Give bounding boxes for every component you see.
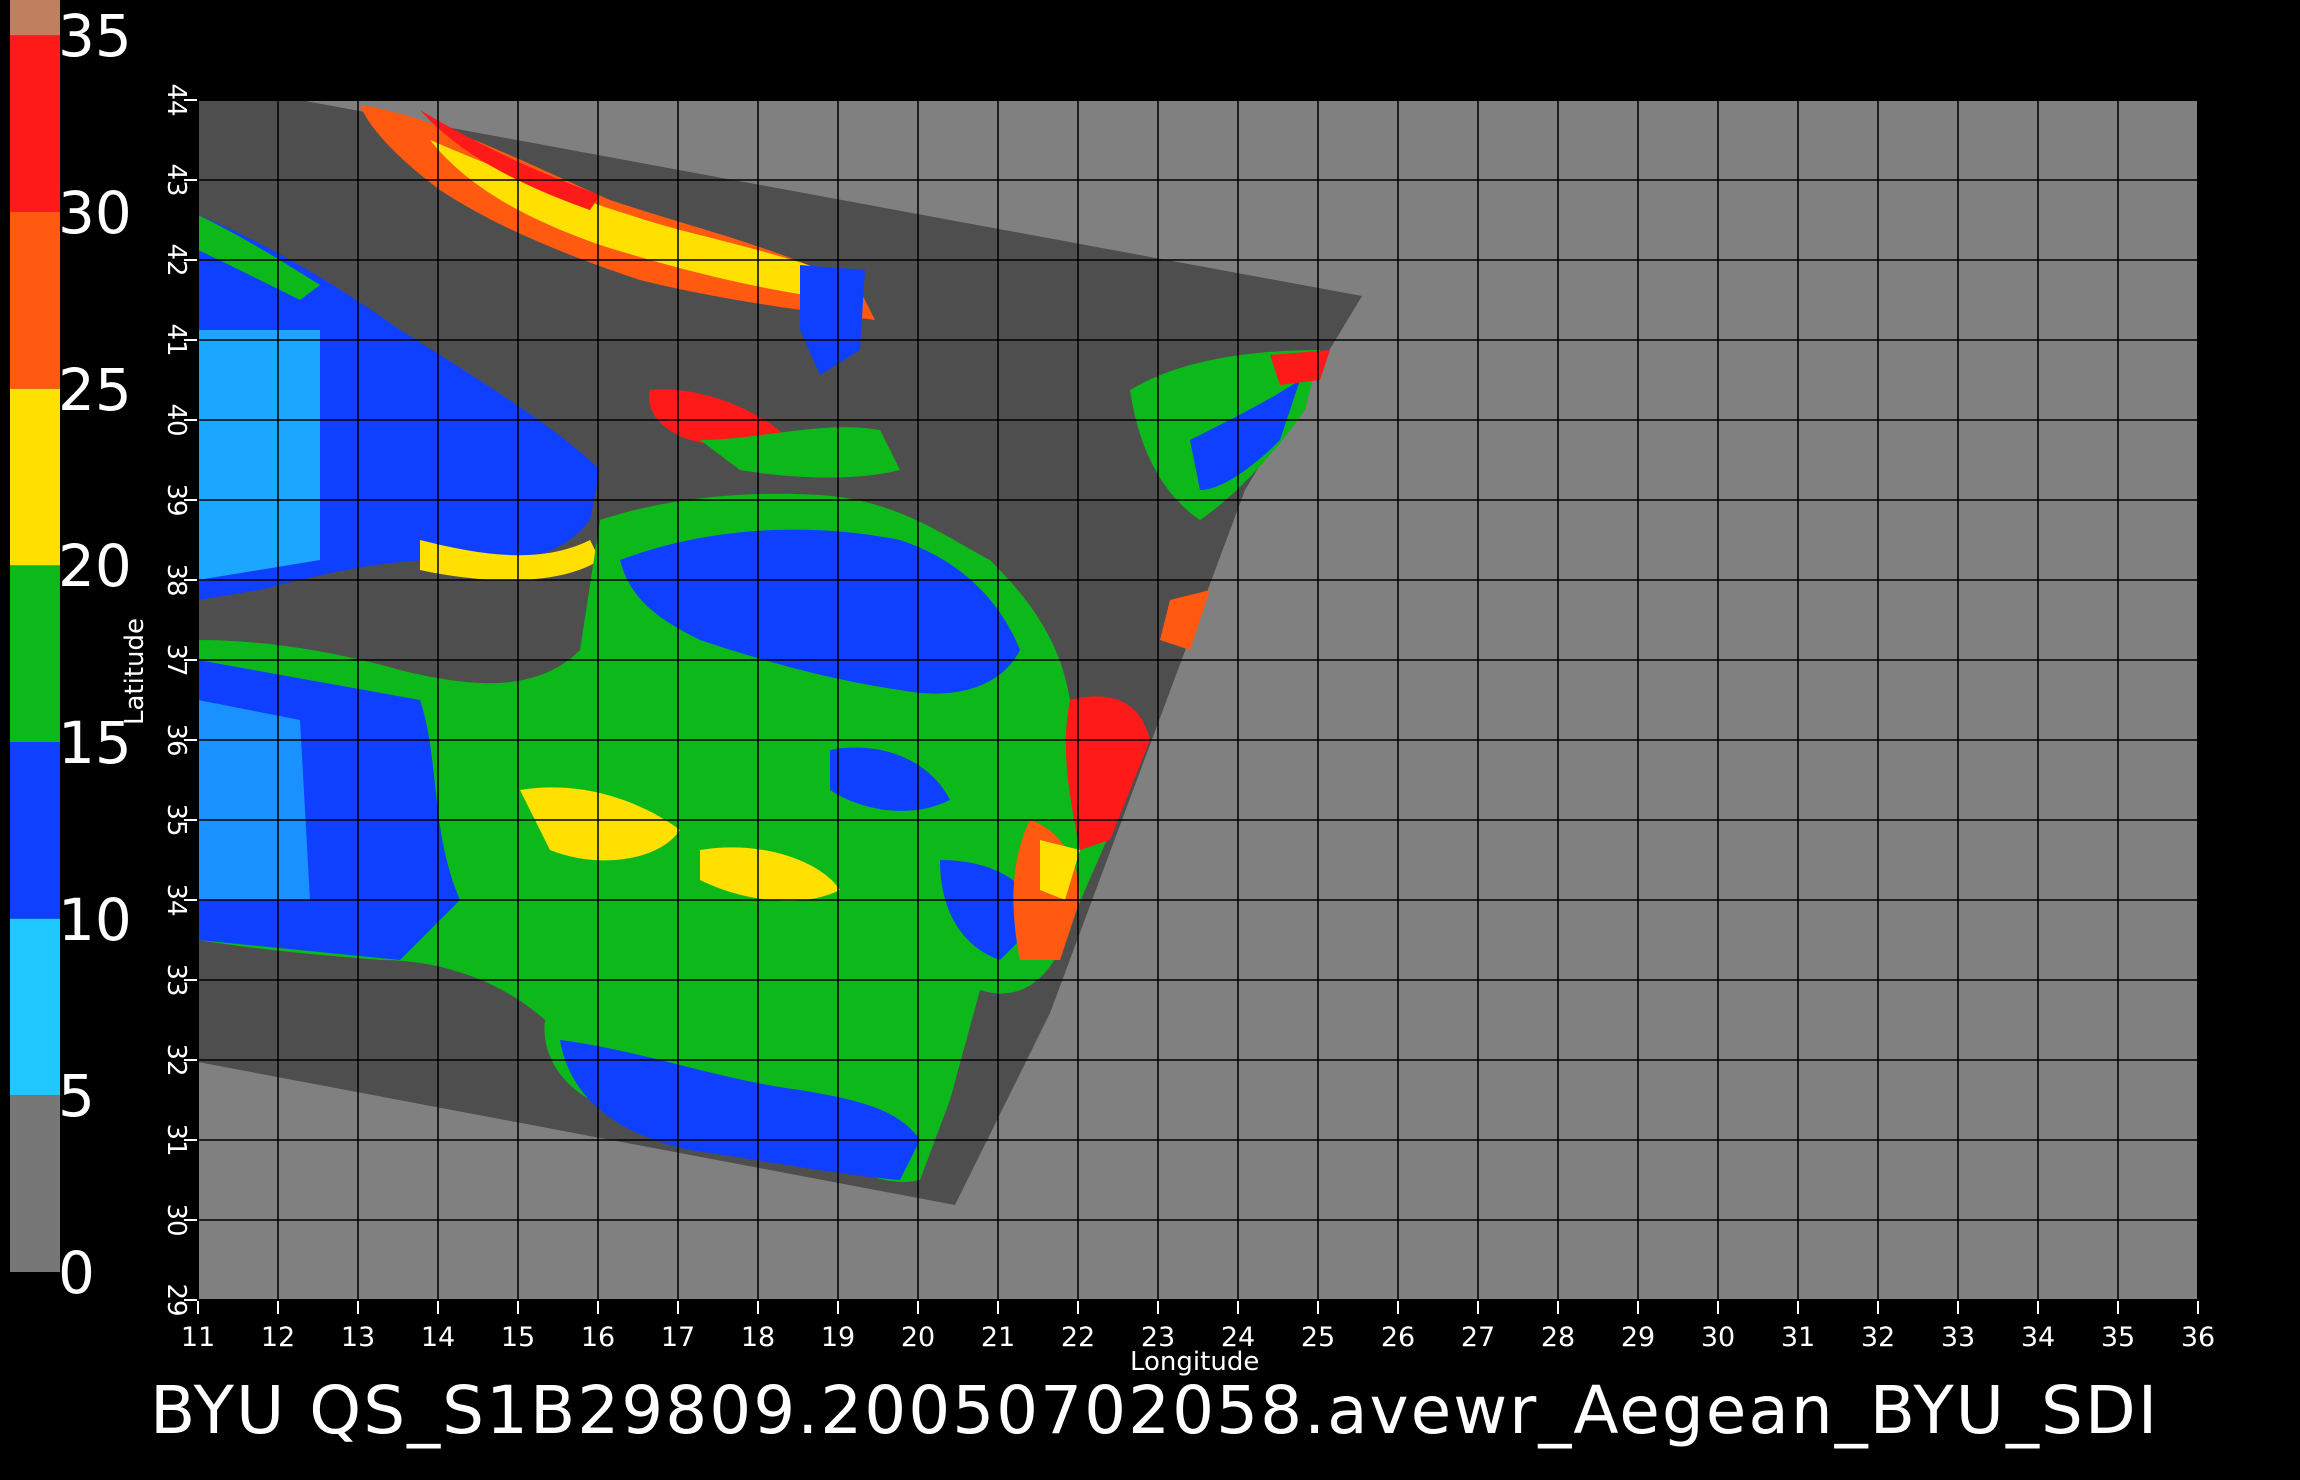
x-tick-label: 13 [341,1322,375,1353]
x-tick-label: 17 [661,1322,695,1353]
y-tick-label: 29 [161,1283,191,1316]
y-tick-label: 34 [161,883,191,916]
y-tick-label: 38 [161,563,191,596]
colorbar-tick-label: 5 [58,1062,95,1131]
x-tick-label: 31 [1781,1322,1815,1353]
x-tick-label: 19 [821,1322,855,1353]
x-tick-label: 12 [261,1322,295,1353]
colorbar-tick-label: 25 [58,355,132,424]
x-tick-label: 30 [1701,1322,1735,1353]
colorbar-tick-label: 20 [58,532,132,601]
y-tick-label: 35 [161,803,191,836]
y-tick-label: 44 [161,83,191,116]
y-tick-label: 42 [161,243,191,276]
colorbar-band [10,35,60,213]
colorbar-band [10,212,60,389]
x-tick-label: 35 [2101,1322,2135,1353]
wind-map-figure: 11 12 13 14 15 16 17 18 19 20 21 22 23 24 25 26 27 28 29 30… [10,0,2228,1353]
x-tick-label: 34 [2021,1322,2055,1353]
y-tick-label: 32 [161,1043,191,1076]
colorbar-tick-label: 35 [58,2,132,71]
y-tick-label: 40 [161,403,191,436]
y-tick-label: 37 [161,643,191,676]
x-tick-label: 29 [1621,1322,1655,1353]
x-tick-label: 20 [901,1322,935,1353]
y-axis-label: Latitude [120,617,150,725]
colorbar-tick-label: 10 [58,885,132,954]
map-plot-area: 11 12 13 14 15 16 17 18 19 20 21 22 23 24 25 26 27 28 29 30… [161,70,2228,1353]
x-tick-label: 18 [741,1322,775,1353]
colorbar-band [10,1095,60,1272]
x-tick-label: 33 [1941,1322,1975,1353]
colorbar-tick-label: 0 [58,1239,95,1307]
colorbar-band [10,742,60,919]
y-tick-label: 41 [161,323,191,356]
colorbar-band [10,0,60,36]
x-tick-label: 11 [181,1322,215,1353]
colorbar-band [10,565,60,742]
y-tick-label: 33 [161,963,191,996]
x-tick-label: 25 [1301,1322,1335,1353]
x-tick-label: 36 [2181,1322,2215,1353]
y-tick-label: 43 [161,163,191,196]
colorbar-band [10,388,60,566]
y-tick-label: 31 [161,1123,191,1156]
y-tick-label: 30 [161,1203,191,1236]
x-tick-label: 15 [501,1322,535,1353]
figure-caption: BYU QS_S1B29809.20050702058.avewr_Aegean… [150,1372,2160,1449]
x-tick-label: 21 [981,1322,1015,1353]
x-tick-label: 16 [581,1322,615,1353]
x-tick-label: 32 [1861,1322,1895,1353]
colorbar-band [10,918,60,1096]
x-tick-label: 26 [1381,1322,1415,1353]
x-tick-label: 14 [421,1322,455,1353]
y-tick-label: 36 [161,723,191,756]
y-tick-label: 39 [161,483,191,516]
colorbar [10,0,60,1272]
colorbar-tick-label: 30 [58,179,132,247]
x-tick-label: 28 [1541,1322,1575,1353]
x-tick-label: 27 [1461,1322,1495,1353]
x-tick-label: 22 [1061,1322,1095,1353]
